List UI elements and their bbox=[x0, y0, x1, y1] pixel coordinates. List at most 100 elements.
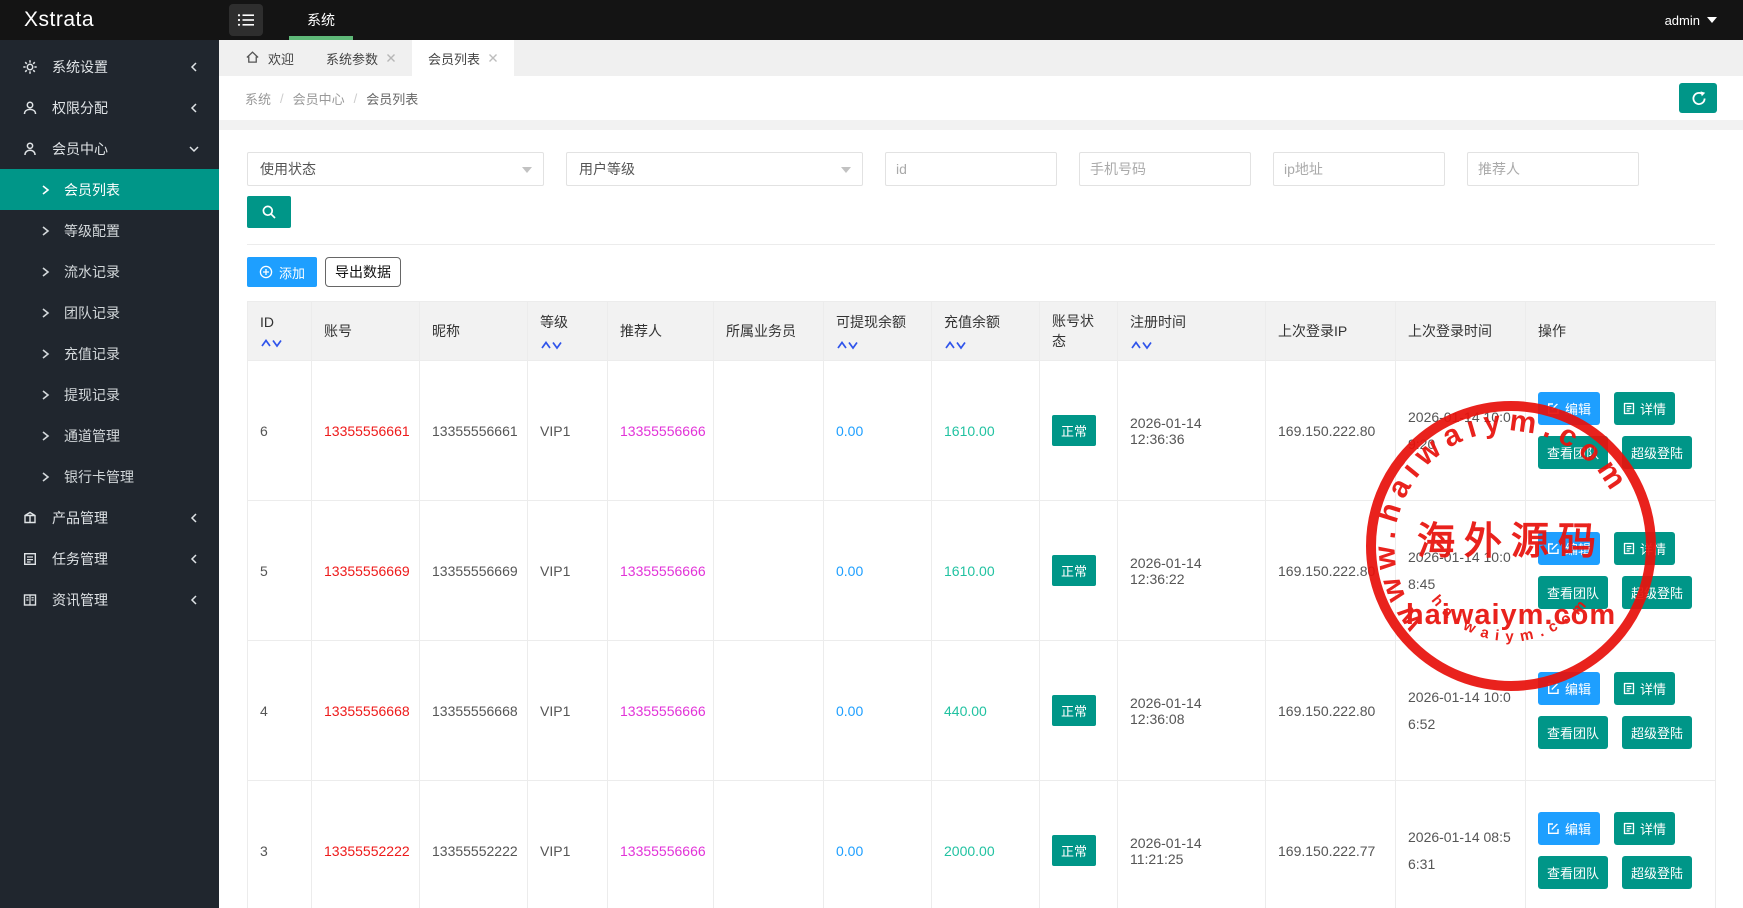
view-team-button[interactable]: 查看团队 bbox=[1538, 576, 1608, 609]
cell-actions: 编辑 详情 查看团队 超级登陆 bbox=[1526, 641, 1716, 781]
edit-button[interactable]: 编辑 bbox=[1538, 392, 1600, 425]
sidebar-item-system-settings[interactable]: 系统设置 bbox=[0, 46, 219, 87]
chevron-right-icon bbox=[40, 184, 50, 196]
cell-actions: 编辑 详情 查看团队 超级登陆 bbox=[1526, 501, 1716, 641]
col-nick: 昵称 bbox=[420, 302, 528, 361]
tab-welcome[interactable]: 欢迎 bbox=[229, 40, 310, 76]
close-icon[interactable] bbox=[386, 53, 396, 63]
cell-nick: 13355552222 bbox=[420, 781, 528, 908]
tab-label: 欢迎 bbox=[268, 49, 294, 68]
chevron-left-icon bbox=[187, 593, 201, 607]
cell-id: 5 bbox=[248, 501, 312, 641]
view-team-button[interactable]: 查看团队 bbox=[1538, 436, 1608, 469]
search-row bbox=[247, 196, 1715, 228]
status-badge: 正常 bbox=[1052, 415, 1096, 446]
cell-last-ip: 169.150.222.77 bbox=[1266, 781, 1396, 908]
book-icon bbox=[22, 592, 38, 608]
ip-filter-input[interactable] bbox=[1273, 152, 1445, 186]
hamburger-menu-button[interactable] bbox=[229, 4, 263, 36]
cell-referrer: 13355556666 bbox=[608, 641, 714, 781]
refresh-button[interactable] bbox=[1679, 83, 1717, 113]
sort-icon[interactable] bbox=[1130, 339, 1253, 350]
sidebar-item-label: 权限分配 bbox=[52, 98, 187, 118]
sidebar-item-member-center[interactable]: 会员中心 bbox=[0, 128, 219, 169]
close-icon[interactable] bbox=[488, 53, 498, 63]
export-data-button[interactable]: 导出数据 bbox=[325, 257, 401, 287]
nav-tab-system[interactable]: 系统 bbox=[281, 0, 361, 40]
breadcrumb-item[interactable]: 会员中心 bbox=[293, 89, 345, 108]
cell-agent bbox=[714, 641, 824, 781]
cell-status: 正常 bbox=[1040, 641, 1118, 781]
sidebar-subitem-label: 流水记录 bbox=[64, 262, 120, 282]
tab-system-params[interactable]: 系统参数 bbox=[310, 40, 412, 76]
edit-button[interactable]: 编辑 bbox=[1538, 532, 1600, 565]
cell-actions: 编辑 详情 查看团队 超级登陆 bbox=[1526, 361, 1716, 501]
breadcrumb-item[interactable]: 系统 bbox=[245, 89, 271, 108]
cell-withdrawable: 0.00 bbox=[824, 361, 932, 501]
sort-icon[interactable] bbox=[944, 339, 1027, 350]
status-badge: 正常 bbox=[1052, 835, 1096, 866]
content-panel: 使用状态 用户等级 bbox=[219, 130, 1743, 908]
breadcrumb-separator: / bbox=[280, 91, 284, 106]
product-box-icon bbox=[22, 510, 38, 526]
cell-last-time: 2026-01-14 10:09:20 bbox=[1396, 361, 1526, 501]
super-login-button[interactable]: 超级登陆 bbox=[1622, 856, 1692, 889]
sort-icon[interactable] bbox=[836, 339, 919, 350]
detail-button[interactable]: 详情 bbox=[1614, 392, 1675, 425]
home-icon bbox=[245, 50, 260, 67]
cell-nick: 13355556669 bbox=[420, 501, 528, 641]
sidebar-item-permissions[interactable]: 权限分配 bbox=[0, 87, 219, 128]
add-button[interactable]: 添加 bbox=[247, 257, 317, 287]
view-team-button[interactable]: 查看团队 bbox=[1538, 716, 1608, 749]
sidebar-item-level-config[interactable]: 等级配置 bbox=[0, 210, 219, 251]
super-login-button[interactable]: 超级登陆 bbox=[1622, 716, 1692, 749]
cell-reg-time: 2026-01-14 12:36:36 bbox=[1118, 361, 1266, 501]
sidebar-item-flow-records[interactable]: 流水记录 bbox=[0, 251, 219, 292]
view-team-button[interactable]: 查看团队 bbox=[1538, 856, 1608, 889]
cell-status: 正常 bbox=[1040, 501, 1118, 641]
sort-icon[interactable] bbox=[260, 337, 299, 348]
sidebar-item-withdraw-records[interactable]: 提现记录 bbox=[0, 374, 219, 415]
chevron-down-icon bbox=[187, 142, 201, 156]
sort-icon[interactable] bbox=[540, 339, 595, 350]
edit-button[interactable]: 编辑 bbox=[1538, 812, 1600, 845]
search-button[interactable] bbox=[247, 196, 291, 228]
chevron-right-icon bbox=[40, 307, 50, 319]
cell-last-time: 2026-01-14 10:08:45 bbox=[1396, 501, 1526, 641]
id-filter-input[interactable] bbox=[885, 152, 1057, 186]
sidebar-item-label: 资讯管理 bbox=[52, 590, 187, 610]
col-reg-time: 注册时间 bbox=[1118, 302, 1266, 361]
tab-member-list[interactable]: 会员列表 bbox=[412, 40, 514, 76]
status-filter-select[interactable]: 使用状态 bbox=[247, 152, 544, 186]
detail-button[interactable]: 详情 bbox=[1614, 532, 1675, 565]
cell-last-ip: 169.150.222.80 bbox=[1266, 501, 1396, 641]
status-badge: 正常 bbox=[1052, 695, 1096, 726]
member-table: ID 账号 昵称 等级 推荐人 所属业务员 可提现余额 充值余额 账号状态 注册… bbox=[247, 301, 1716, 908]
sidebar-item-channel-management[interactable]: 通道管理 bbox=[0, 415, 219, 456]
sidebar-item-news-management[interactable]: 资讯管理 bbox=[0, 579, 219, 620]
cell-agent bbox=[714, 361, 824, 501]
phone-filter-input[interactable] bbox=[1079, 152, 1251, 186]
sidebar-item-label: 产品管理 bbox=[52, 508, 187, 528]
section-divider bbox=[247, 244, 1715, 245]
sidebar-nav: 系统设置 权限分配 会员中心 会员列表 bbox=[0, 40, 219, 908]
detail-button[interactable]: 详情 bbox=[1614, 672, 1675, 705]
sidebar-subitem-label: 提现记录 bbox=[64, 385, 120, 405]
main-area: 系统 admin 欢迎 系统参数 会员列表 系统 / bbox=[219, 0, 1743, 908]
sidebar-item-member-list[interactable]: 会员列表 bbox=[0, 169, 219, 210]
sidebar-item-bankcard-management[interactable]: 银行卡管理 bbox=[0, 456, 219, 497]
sidebar-item-task-management[interactable]: 任务管理 bbox=[0, 538, 219, 579]
member-center-submenu: 会员列表 等级配置 流水记录 团队记录 充值记录 bbox=[0, 169, 219, 497]
detail-button[interactable]: 详情 bbox=[1614, 812, 1675, 845]
cell-nick: 13355556661 bbox=[420, 361, 528, 501]
sidebar-item-team-records[interactable]: 团队记录 bbox=[0, 292, 219, 333]
super-login-button[interactable]: 超级登陆 bbox=[1622, 576, 1692, 609]
level-filter-select[interactable]: 用户等级 bbox=[566, 152, 863, 186]
super-login-button[interactable]: 超级登陆 bbox=[1622, 436, 1692, 469]
user-menu[interactable]: admin bbox=[1665, 13, 1717, 28]
edit-button[interactable]: 编辑 bbox=[1538, 672, 1600, 705]
referrer-filter-input[interactable] bbox=[1467, 152, 1639, 186]
sidebar-item-recharge-records[interactable]: 充值记录 bbox=[0, 333, 219, 374]
chevron-right-icon bbox=[40, 348, 50, 360]
sidebar-item-product-management[interactable]: 产品管理 bbox=[0, 497, 219, 538]
